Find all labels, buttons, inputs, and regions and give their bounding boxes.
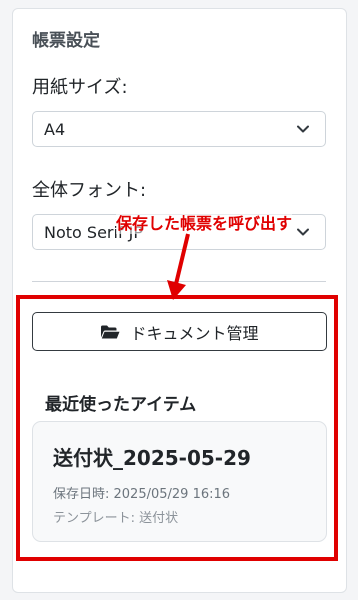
paper-size-value: A4 — [44, 120, 66, 139]
font-label: 全体フォント: — [32, 180, 147, 201]
paper-size-label: 用紙サイズ: — [32, 77, 128, 98]
document-management-button[interactable]: ドキュメント管理 — [32, 312, 327, 351]
recent-item-template: テンプレート: 送付状 — [53, 511, 179, 526]
folder-open-icon — [101, 325, 120, 338]
recent-item-saved-at: 保存日時: 2025/05/29 16:16 — [53, 487, 231, 502]
chevron-down-icon — [297, 228, 309, 236]
recent-item-name: 送付状_2025-05-29 — [53, 446, 251, 470]
paper-size-select[interactable]: A4 — [32, 111, 326, 147]
chevron-down-icon — [297, 125, 309, 133]
document-management-label: ドキュメント管理 — [130, 323, 259, 343]
annotation-text: 保存した帳票を呼び出す — [116, 210, 293, 234]
section-title: 帳票設定 — [32, 31, 100, 51]
annotation-arrow-icon — [167, 233, 190, 300]
recent-items-title: 最近使ったアイテム — [45, 395, 197, 415]
recent-item-card[interactable]: 送付状_2025-05-29 保存日時: 2025/05/29 16:16 テン… — [32, 421, 327, 542]
